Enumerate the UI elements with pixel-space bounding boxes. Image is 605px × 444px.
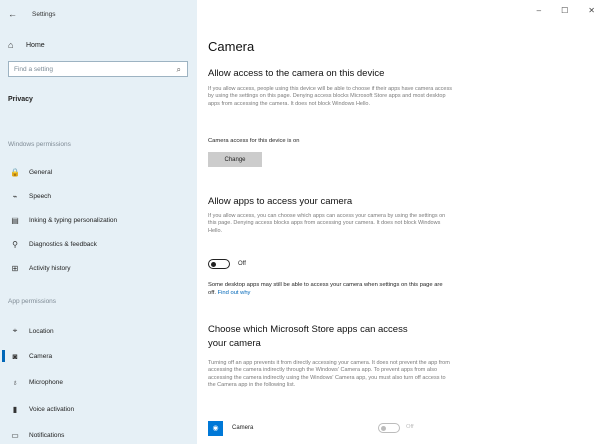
lock-icon: 🔒 [10, 167, 20, 177]
toggle-knob [211, 261, 216, 267]
voice-activation-icon: ▮ [12, 404, 18, 414]
sidebar-item-label: Home [26, 41, 45, 49]
change-button[interactable]: Change [208, 152, 262, 167]
sidebar-item-label: Diagnostics & feedback [29, 240, 97, 248]
search-box: ⌕ [8, 61, 188, 77]
camera-app-toggle-label: Off [406, 424, 414, 430]
sidebar-item-home[interactable]: ⌂ Home [8, 40, 45, 50]
activity-history-icon: ⊞ [11, 263, 19, 273]
sidebar-item-label: Voice activation [29, 405, 75, 413]
sidebar-item-inking-typing[interactable]: ▤ Inking & typing personalization [8, 214, 117, 226]
camera-icon: ◙ [12, 351, 18, 361]
store-apps-description: Turning off an app prevents it from dire… [208, 360, 450, 389]
notebook-icon: ▤ [11, 215, 19, 225]
sidebar: ← Settings ⌂ Home ⌕ Privacy Windows perm… [0, 0, 197, 444]
device-access-status: Camera access for this device is on [208, 138, 300, 144]
back-arrow-icon[interactable]: ← [8, 9, 22, 19]
store-apps-heading-line2: your camera [208, 338, 261, 349]
sidebar-item-label: Notifications [29, 431, 65, 439]
desktop-apps-note: Some desktop apps may still be able to a… [208, 282, 448, 297]
sidebar-item-label: Microphone [29, 378, 63, 386]
sidebar-item-voice-activation[interactable]: ▮ Voice activation [8, 403, 74, 415]
app-row-camera: ◉ Camera Off [208, 418, 448, 438]
camera-app-icon: ◉ [208, 420, 223, 436]
speech-icon: ⌁ [12, 191, 18, 201]
sidebar-item-label: Location [29, 327, 54, 335]
close-button[interactable]: ✕ [588, 6, 595, 15]
sidebar-item-location[interactable]: ⌖ Location [8, 325, 54, 337]
search-input[interactable] [14, 65, 169, 73]
sidebar-item-speech[interactable]: ⌁ Speech [8, 190, 51, 202]
apps-access-heading: Allow apps to access your camera [208, 196, 353, 207]
section-title: Privacy [8, 96, 33, 103]
sidebar-item-notifications[interactable]: ▭ Notifications [8, 429, 64, 441]
apps-access-toggle-label: Off [238, 261, 246, 267]
sidebar-item-label: Camera [29, 352, 53, 360]
store-apps-heading-line1: Choose which Microsoft Store apps can ac… [208, 324, 408, 335]
sidebar-item-label: Activity history [29, 264, 71, 272]
diagnostics-icon: ⚲ [12, 239, 18, 249]
find-out-why-link[interactable]: Find out why [218, 290, 251, 296]
apps-access-toggle[interactable] [208, 259, 230, 269]
apps-access-toggle-row: Off [208, 259, 246, 269]
sidebar-item-camera[interactable]: ◙ Camera [1, 350, 53, 362]
group-header-app-permissions: App permissions [8, 298, 57, 305]
toggle-knob [381, 425, 386, 431]
sidebar-item-diagnostics[interactable]: ⚲ Diagnostics & feedback [8, 238, 97, 250]
sidebar-item-general[interactable]: 🔒 General [8, 166, 52, 178]
app-name: Camera [232, 425, 254, 431]
sidebar-item-label: General [29, 168, 53, 176]
search-icon[interactable]: ⌕ [177, 65, 181, 75]
sidebar-item-label: Speech [29, 192, 52, 200]
microphone-icon: ♁ [12, 377, 18, 387]
window-title: Settings [32, 10, 56, 18]
settings-window: ← Settings ⌂ Home ⌕ Privacy Windows perm… [0, 0, 605, 444]
apps-access-description: If you allow access, you can choose whic… [208, 213, 446, 234]
location-icon: ⌖ [12, 326, 18, 335]
camera-app-toggle[interactable] [378, 423, 400, 433]
main-content: Camera Allow access to the camera on thi… [208, 0, 588, 444]
page-title: Camera [208, 39, 255, 54]
notifications-icon: ▭ [11, 430, 19, 440]
title-bar: ← Settings [8, 7, 56, 21]
home-icon: ⌂ [8, 40, 14, 50]
group-header-windows-permissions: Windows permissions [8, 141, 71, 148]
device-access-heading: Allow access to the camera on this devic… [208, 68, 385, 79]
sidebar-item-label: Inking & typing personalization [29, 216, 118, 224]
sidebar-item-microphone[interactable]: ♁ Microphone [8, 376, 63, 388]
sidebar-item-activity-history[interactable]: ⊞ Activity history [8, 262, 71, 274]
device-access-description: If you allow access, people using this d… [208, 86, 452, 107]
